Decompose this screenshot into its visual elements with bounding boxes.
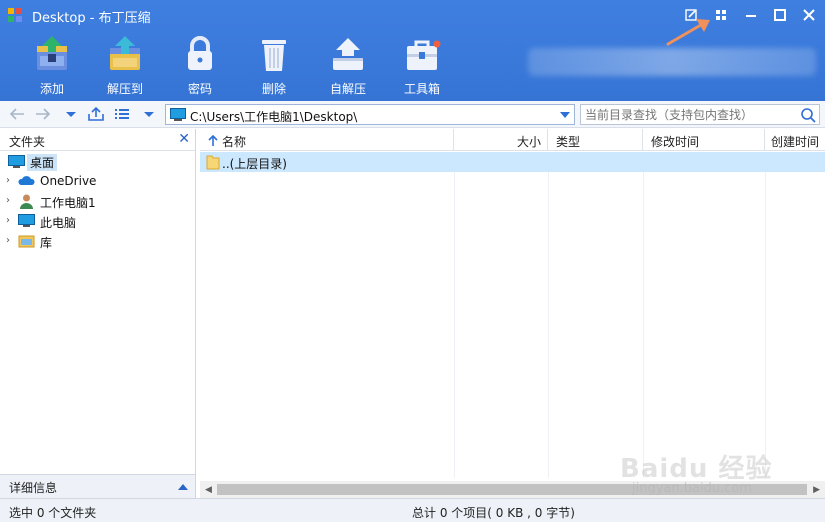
details-panel-bar[interactable]: 详细信息 <box>0 474 195 498</box>
extract-to-icon <box>110 36 140 70</box>
app-logo-icon <box>8 8 22 22</box>
column-type[interactable]: 类型 <box>548 129 643 151</box>
self-extract-label: 自解压 <box>329 82 366 96</box>
search-field[interactable] <box>580 104 820 125</box>
search-icon[interactable] <box>800 107 816 123</box>
password-label: 密码 <box>187 82 212 96</box>
column-modified-label: 修改时间 <box>651 135 700 149</box>
expand-chevron-icon[interactable]: › <box>6 175 10 186</box>
column-name[interactable]: 名称 <box>200 129 454 151</box>
add-button[interactable]: 添加 <box>22 34 82 98</box>
search-input[interactable] <box>585 107 795 122</box>
tree-item-onedrive[interactable]: › OneDrive <box>0 171 195 191</box>
column-divider <box>454 172 455 478</box>
tree-item-this-pc[interactable]: › 此电脑 <box>0 211 195 231</box>
file-list: 名称 大小 类型 修改时间 创建时间 ..(上层目录) ◀ ▶ <box>200 129 825 498</box>
status-selection: 选中 0 个文件夹 <box>9 506 97 520</box>
file-list-header: 名称 大小 类型 修改时间 创建时间 <box>200 129 825 151</box>
minimize-icon[interactable] <box>741 6 761 24</box>
extract-to-label: 解压到 <box>106 82 143 96</box>
tree-item-label: 此电脑 <box>40 216 77 230</box>
close-icon[interactable] <box>799 6 819 24</box>
self-extract-button[interactable]: 自解压 <box>318 34 378 98</box>
maximize-icon[interactable] <box>770 6 790 24</box>
column-divider <box>643 172 644 478</box>
view-list-icon[interactable] <box>113 106 131 122</box>
address-path-text: C:\Users\工作电脑1\Desktop\ <box>190 110 358 124</box>
toolbox-button[interactable]: 工具箱 <box>392 34 452 98</box>
folder-icon <box>206 155 220 170</box>
tree-item-label: 桌面 <box>27 154 58 171</box>
back-arrow-icon[interactable] <box>8 106 26 122</box>
desktop-icon <box>8 155 25 168</box>
title-toolbar-band: Desktop - 布丁压缩 添加 解压到 密码 删除 自解压 工具箱 <box>0 0 825 101</box>
forward-arrow-icon[interactable] <box>34 106 52 122</box>
tree-item-label: 工作电脑1 <box>40 196 96 210</box>
window-title: Desktop - 布丁压缩 <box>32 11 151 26</box>
tree-item-desktop[interactable]: 桌面 <box>0 151 195 171</box>
expand-chevron-icon[interactable]: › <box>6 195 10 206</box>
trash-icon <box>262 40 286 71</box>
status-total: 总计 0 个项目( 0 KB , 0 字节) <box>412 506 575 520</box>
history-dropdown-icon[interactable] <box>62 106 80 122</box>
watermark-url: jingyan.baidu.com <box>632 481 752 496</box>
close-panel-icon[interactable]: ✕ <box>178 131 190 147</box>
folders-panel: 文件夹 ✕ 桌面 › OneDrive › 工作电脑1 › 此电脑 › 库 详细… <box>0 129 196 498</box>
table-row[interactable]: ..(上层目录) <box>200 152 825 172</box>
library-icon <box>18 235 35 248</box>
folders-panel-title: 文件夹 <box>9 135 46 149</box>
toolbox-label: 工具箱 <box>403 82 440 96</box>
lock-icon <box>188 36 212 70</box>
column-name-label: 名称 <box>222 135 247 149</box>
expand-chevron-icon[interactable]: › <box>6 235 10 246</box>
details-label: 详细信息 <box>9 481 58 495</box>
status-bar: 选中 0 个文件夹 总计 0 个项目( 0 KB , 0 字节) <box>0 498 825 522</box>
watermark-brand: Baidu 经验 <box>620 454 773 484</box>
scroll-left-icon[interactable]: ◀ <box>205 485 212 495</box>
column-divider <box>548 172 549 478</box>
cloud-icon <box>18 176 35 185</box>
toolbox-icon <box>407 40 441 70</box>
address-path-field[interactable]: C:\Users\工作电脑1\Desktop\ <box>165 104 575 125</box>
row-name: ..(上层目录) <box>222 157 287 171</box>
computer-icon <box>18 214 35 227</box>
add-label: 添加 <box>39 82 64 96</box>
blurred-region <box>528 48 816 76</box>
column-created-label: 创建时间 <box>771 135 820 149</box>
desktop-icon <box>170 108 186 121</box>
column-size[interactable]: 大小 <box>454 129 548 151</box>
address-bar-row: C:\Users\工作电脑1\Desktop\ <box>0 101 825 128</box>
folders-panel-header: 文件夹 ✕ <box>0 129 195 151</box>
add-archive-icon <box>37 36 67 70</box>
annotation-arrow-icon <box>666 19 710 46</box>
tree-item-library[interactable]: › 库 <box>0 231 195 251</box>
tree-item-label: OneDrive <box>40 174 97 188</box>
column-created[interactable]: 创建时间 <box>765 129 825 151</box>
tree-item-user[interactable]: › 工作电脑1 <box>0 191 195 211</box>
up-folder-icon[interactable] <box>87 106 105 122</box>
column-modified[interactable]: 修改时间 <box>643 129 765 151</box>
column-size-label: 大小 <box>516 135 541 149</box>
delete-label: 删除 <box>261 82 286 96</box>
address-dropdown-icon[interactable] <box>560 112 570 118</box>
collapse-up-icon[interactable] <box>178 484 188 490</box>
view-dropdown-icon[interactable] <box>140 106 158 122</box>
expand-chevron-icon[interactable]: › <box>6 215 10 226</box>
user-icon <box>20 194 33 209</box>
scroll-right-icon[interactable]: ▶ <box>813 485 820 495</box>
delete-button[interactable]: 删除 <box>244 34 304 98</box>
tree-item-label: 库 <box>40 236 53 250</box>
sort-up-arrow-icon <box>208 135 218 146</box>
column-divider <box>765 172 766 478</box>
password-button[interactable]: 密码 <box>170 34 230 98</box>
column-type-label: 类型 <box>556 135 581 149</box>
extract-to-button[interactable]: 解压到 <box>95 34 155 98</box>
self-extract-icon <box>333 38 363 70</box>
